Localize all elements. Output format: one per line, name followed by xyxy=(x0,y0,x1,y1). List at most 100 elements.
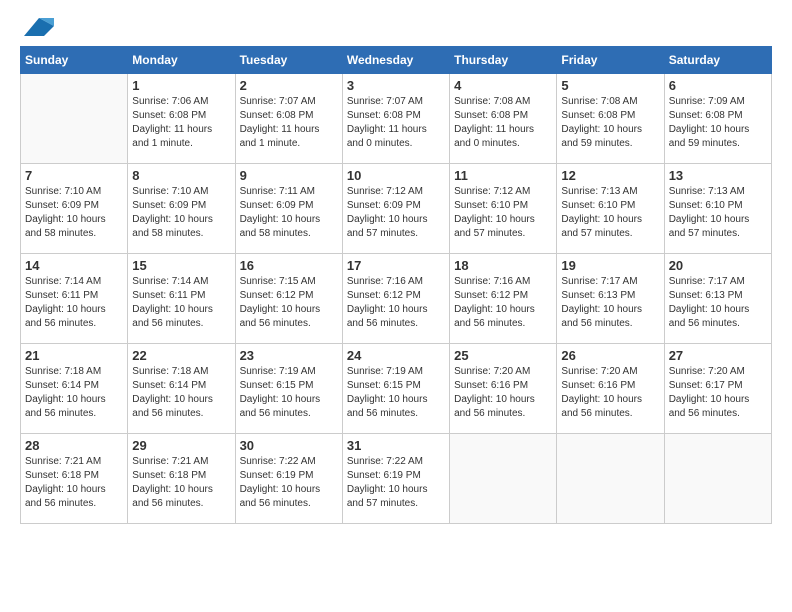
day-number: 14 xyxy=(25,258,123,273)
weekday-header-wednesday: Wednesday xyxy=(342,47,449,74)
day-info: Sunrise: 7:17 AM Sunset: 6:13 PM Dayligh… xyxy=(561,275,659,331)
day-number: 1 xyxy=(132,78,230,93)
day-info: Sunrise: 7:22 AM Sunset: 6:19 PM Dayligh… xyxy=(347,455,445,511)
day-number: 7 xyxy=(25,168,123,183)
day-info: Sunrise: 7:15 AM Sunset: 6:12 PM Dayligh… xyxy=(240,275,338,331)
calendar-week-4: 21 Sunrise: 7:18 AM Sunset: 6:14 PM Dayli… xyxy=(21,344,772,434)
day-info: Sunrise: 7:20 AM Sunset: 6:16 PM Dayligh… xyxy=(561,365,659,421)
day-number: 19 xyxy=(561,258,659,273)
calendar-cell: 15 Sunrise: 7:14 AM Sunset: 6:11 PM Dayli… xyxy=(128,254,235,344)
day-info: Sunrise: 7:19 AM Sunset: 6:15 PM Dayligh… xyxy=(240,365,338,421)
calendar-cell: 27 Sunrise: 7:20 AM Sunset: 6:17 PM Dayli… xyxy=(664,344,771,434)
calendar-cell: 24 Sunrise: 7:19 AM Sunset: 6:15 PM Dayli… xyxy=(342,344,449,434)
day-info: Sunrise: 7:07 AM Sunset: 6:08 PM Dayligh… xyxy=(347,95,445,151)
day-number: 22 xyxy=(132,348,230,363)
day-info: Sunrise: 7:10 AM Sunset: 6:09 PM Dayligh… xyxy=(132,185,230,241)
page-header xyxy=(20,20,772,36)
day-info: Sunrise: 7:09 AM Sunset: 6:08 PM Dayligh… xyxy=(669,95,767,151)
calendar-cell: 28 Sunrise: 7:21 AM Sunset: 6:18 PM Dayli… xyxy=(21,434,128,524)
day-number: 5 xyxy=(561,78,659,93)
calendar-week-5: 28 Sunrise: 7:21 AM Sunset: 6:18 PM Dayli… xyxy=(21,434,772,524)
calendar-cell xyxy=(450,434,557,524)
calendar-cell: 9 Sunrise: 7:11 AM Sunset: 6:09 PM Daylig… xyxy=(235,164,342,254)
calendar-cell: 10 Sunrise: 7:12 AM Sunset: 6:09 PM Dayli… xyxy=(342,164,449,254)
calendar-cell: 30 Sunrise: 7:22 AM Sunset: 6:19 PM Dayli… xyxy=(235,434,342,524)
day-number: 21 xyxy=(25,348,123,363)
day-info: Sunrise: 7:08 AM Sunset: 6:08 PM Dayligh… xyxy=(561,95,659,151)
calendar-cell: 31Sunrise: 7:22 AM Sunset: 6:19 PM Dayli… xyxy=(342,434,449,524)
logo xyxy=(20,20,54,36)
day-number: 12 xyxy=(561,168,659,183)
day-info: Sunrise: 7:13 AM Sunset: 6:10 PM Dayligh… xyxy=(561,185,659,241)
day-number: 28 xyxy=(25,438,123,453)
day-info: Sunrise: 7:10 AM Sunset: 6:09 PM Dayligh… xyxy=(25,185,123,241)
calendar-cell: 14 Sunrise: 7:14 AM Sunset: 6:11 PM Dayli… xyxy=(21,254,128,344)
calendar-cell: 22 Sunrise: 7:18 AM Sunset: 6:14 PM Dayli… xyxy=(128,344,235,434)
day-info: Sunrise: 7:19 AM Sunset: 6:15 PM Dayligh… xyxy=(347,365,445,421)
calendar-cell: 12 Sunrise: 7:13 AM Sunset: 6:10 PM Dayli… xyxy=(557,164,664,254)
day-number: 18 xyxy=(454,258,552,273)
day-number: 2 xyxy=(240,78,338,93)
calendar-cell xyxy=(664,434,771,524)
day-info: Sunrise: 7:16 AM Sunset: 6:12 PM Dayligh… xyxy=(347,275,445,331)
day-number: 25 xyxy=(454,348,552,363)
day-number: 3 xyxy=(347,78,445,93)
day-number: 30 xyxy=(240,438,338,453)
day-number: 27 xyxy=(669,348,767,363)
calendar-cell: 17 Sunrise: 7:16 AM Sunset: 6:12 PM Dayli… xyxy=(342,254,449,344)
weekday-header-sunday: Sunday xyxy=(21,47,128,74)
day-info: Sunrise: 7:21 AM Sunset: 6:18 PM Dayligh… xyxy=(132,455,230,511)
day-number: 6 xyxy=(669,78,767,93)
calendar-cell: 5 Sunrise: 7:08 AM Sunset: 6:08 PM Daylig… xyxy=(557,74,664,164)
calendar-table: SundayMondayTuesdayWednesdayThursdayFrid… xyxy=(20,46,772,524)
day-info: Sunrise: 7:18 AM Sunset: 6:14 PM Dayligh… xyxy=(25,365,123,421)
weekday-header-tuesday: Tuesday xyxy=(235,47,342,74)
calendar-week-1: 1 Sunrise: 7:06 AM Sunset: 6:08 PM Daylig… xyxy=(21,74,772,164)
day-number: 9 xyxy=(240,168,338,183)
calendar-cell xyxy=(557,434,664,524)
calendar-cell: 8 Sunrise: 7:10 AM Sunset: 6:09 PM Daylig… xyxy=(128,164,235,254)
day-info: Sunrise: 7:21 AM Sunset: 6:18 PM Dayligh… xyxy=(25,455,123,511)
calendar-cell: 4 Sunrise: 7:08 AM Sunset: 6:08 PM Daylig… xyxy=(450,74,557,164)
day-info: Sunrise: 7:06 AM Sunset: 6:08 PM Dayligh… xyxy=(132,95,230,151)
day-info: Sunrise: 7:22 AM Sunset: 6:19 PM Dayligh… xyxy=(240,455,338,511)
day-info: Sunrise: 7:12 AM Sunset: 6:10 PM Dayligh… xyxy=(454,185,552,241)
day-info: Sunrise: 7:20 AM Sunset: 6:17 PM Dayligh… xyxy=(669,365,767,421)
calendar-cell: 13Sunrise: 7:13 AM Sunset: 6:10 PM Dayli… xyxy=(664,164,771,254)
calendar-cell: 21 Sunrise: 7:18 AM Sunset: 6:14 PM Dayli… xyxy=(21,344,128,434)
calendar-cell: 20Sunrise: 7:17 AM Sunset: 6:13 PM Dayli… xyxy=(664,254,771,344)
day-info: Sunrise: 7:14 AM Sunset: 6:11 PM Dayligh… xyxy=(132,275,230,331)
day-number: 24 xyxy=(347,348,445,363)
calendar-cell: 2Sunrise: 7:07 AM Sunset: 6:08 PM Daylig… xyxy=(235,74,342,164)
calendar-cell: 16 Sunrise: 7:15 AM Sunset: 6:12 PM Dayli… xyxy=(235,254,342,344)
calendar-cell: 6 Sunrise: 7:09 AM Sunset: 6:08 PM Daylig… xyxy=(664,74,771,164)
logo-icon xyxy=(24,18,54,36)
day-number: 20 xyxy=(669,258,767,273)
day-number: 17 xyxy=(347,258,445,273)
calendar-week-3: 14 Sunrise: 7:14 AM Sunset: 6:11 PM Dayli… xyxy=(21,254,772,344)
calendar-week-2: 7 Sunrise: 7:10 AM Sunset: 6:09 PM Daylig… xyxy=(21,164,772,254)
calendar-cell: 25Sunrise: 7:20 AM Sunset: 6:16 PM Dayli… xyxy=(450,344,557,434)
day-info: Sunrise: 7:11 AM Sunset: 6:09 PM Dayligh… xyxy=(240,185,338,241)
day-info: Sunrise: 7:18 AM Sunset: 6:14 PM Dayligh… xyxy=(132,365,230,421)
day-info: Sunrise: 7:08 AM Sunset: 6:08 PM Dayligh… xyxy=(454,95,552,151)
day-number: 23 xyxy=(240,348,338,363)
day-number: 26 xyxy=(561,348,659,363)
day-number: 29 xyxy=(132,438,230,453)
calendar-cell: 29 Sunrise: 7:21 AM Sunset: 6:18 PM Dayli… xyxy=(128,434,235,524)
day-info: Sunrise: 7:16 AM Sunset: 6:12 PM Dayligh… xyxy=(454,275,552,331)
calendar-cell: 26 Sunrise: 7:20 AM Sunset: 6:16 PM Dayli… xyxy=(557,344,664,434)
day-number: 16 xyxy=(240,258,338,273)
day-info: Sunrise: 7:13 AM Sunset: 6:10 PM Dayligh… xyxy=(669,185,767,241)
weekday-header-saturday: Saturday xyxy=(664,47,771,74)
calendar-cell xyxy=(21,74,128,164)
day-number: 11 xyxy=(454,168,552,183)
day-number: 10 xyxy=(347,168,445,183)
day-number: 15 xyxy=(132,258,230,273)
day-info: Sunrise: 7:12 AM Sunset: 6:09 PM Dayligh… xyxy=(347,185,445,241)
day-number: 8 xyxy=(132,168,230,183)
calendar-cell: 19 Sunrise: 7:17 AM Sunset: 6:13 PM Dayli… xyxy=(557,254,664,344)
weekday-header-friday: Friday xyxy=(557,47,664,74)
day-number: 4 xyxy=(454,78,552,93)
day-info: Sunrise: 7:14 AM Sunset: 6:11 PM Dayligh… xyxy=(25,275,123,331)
